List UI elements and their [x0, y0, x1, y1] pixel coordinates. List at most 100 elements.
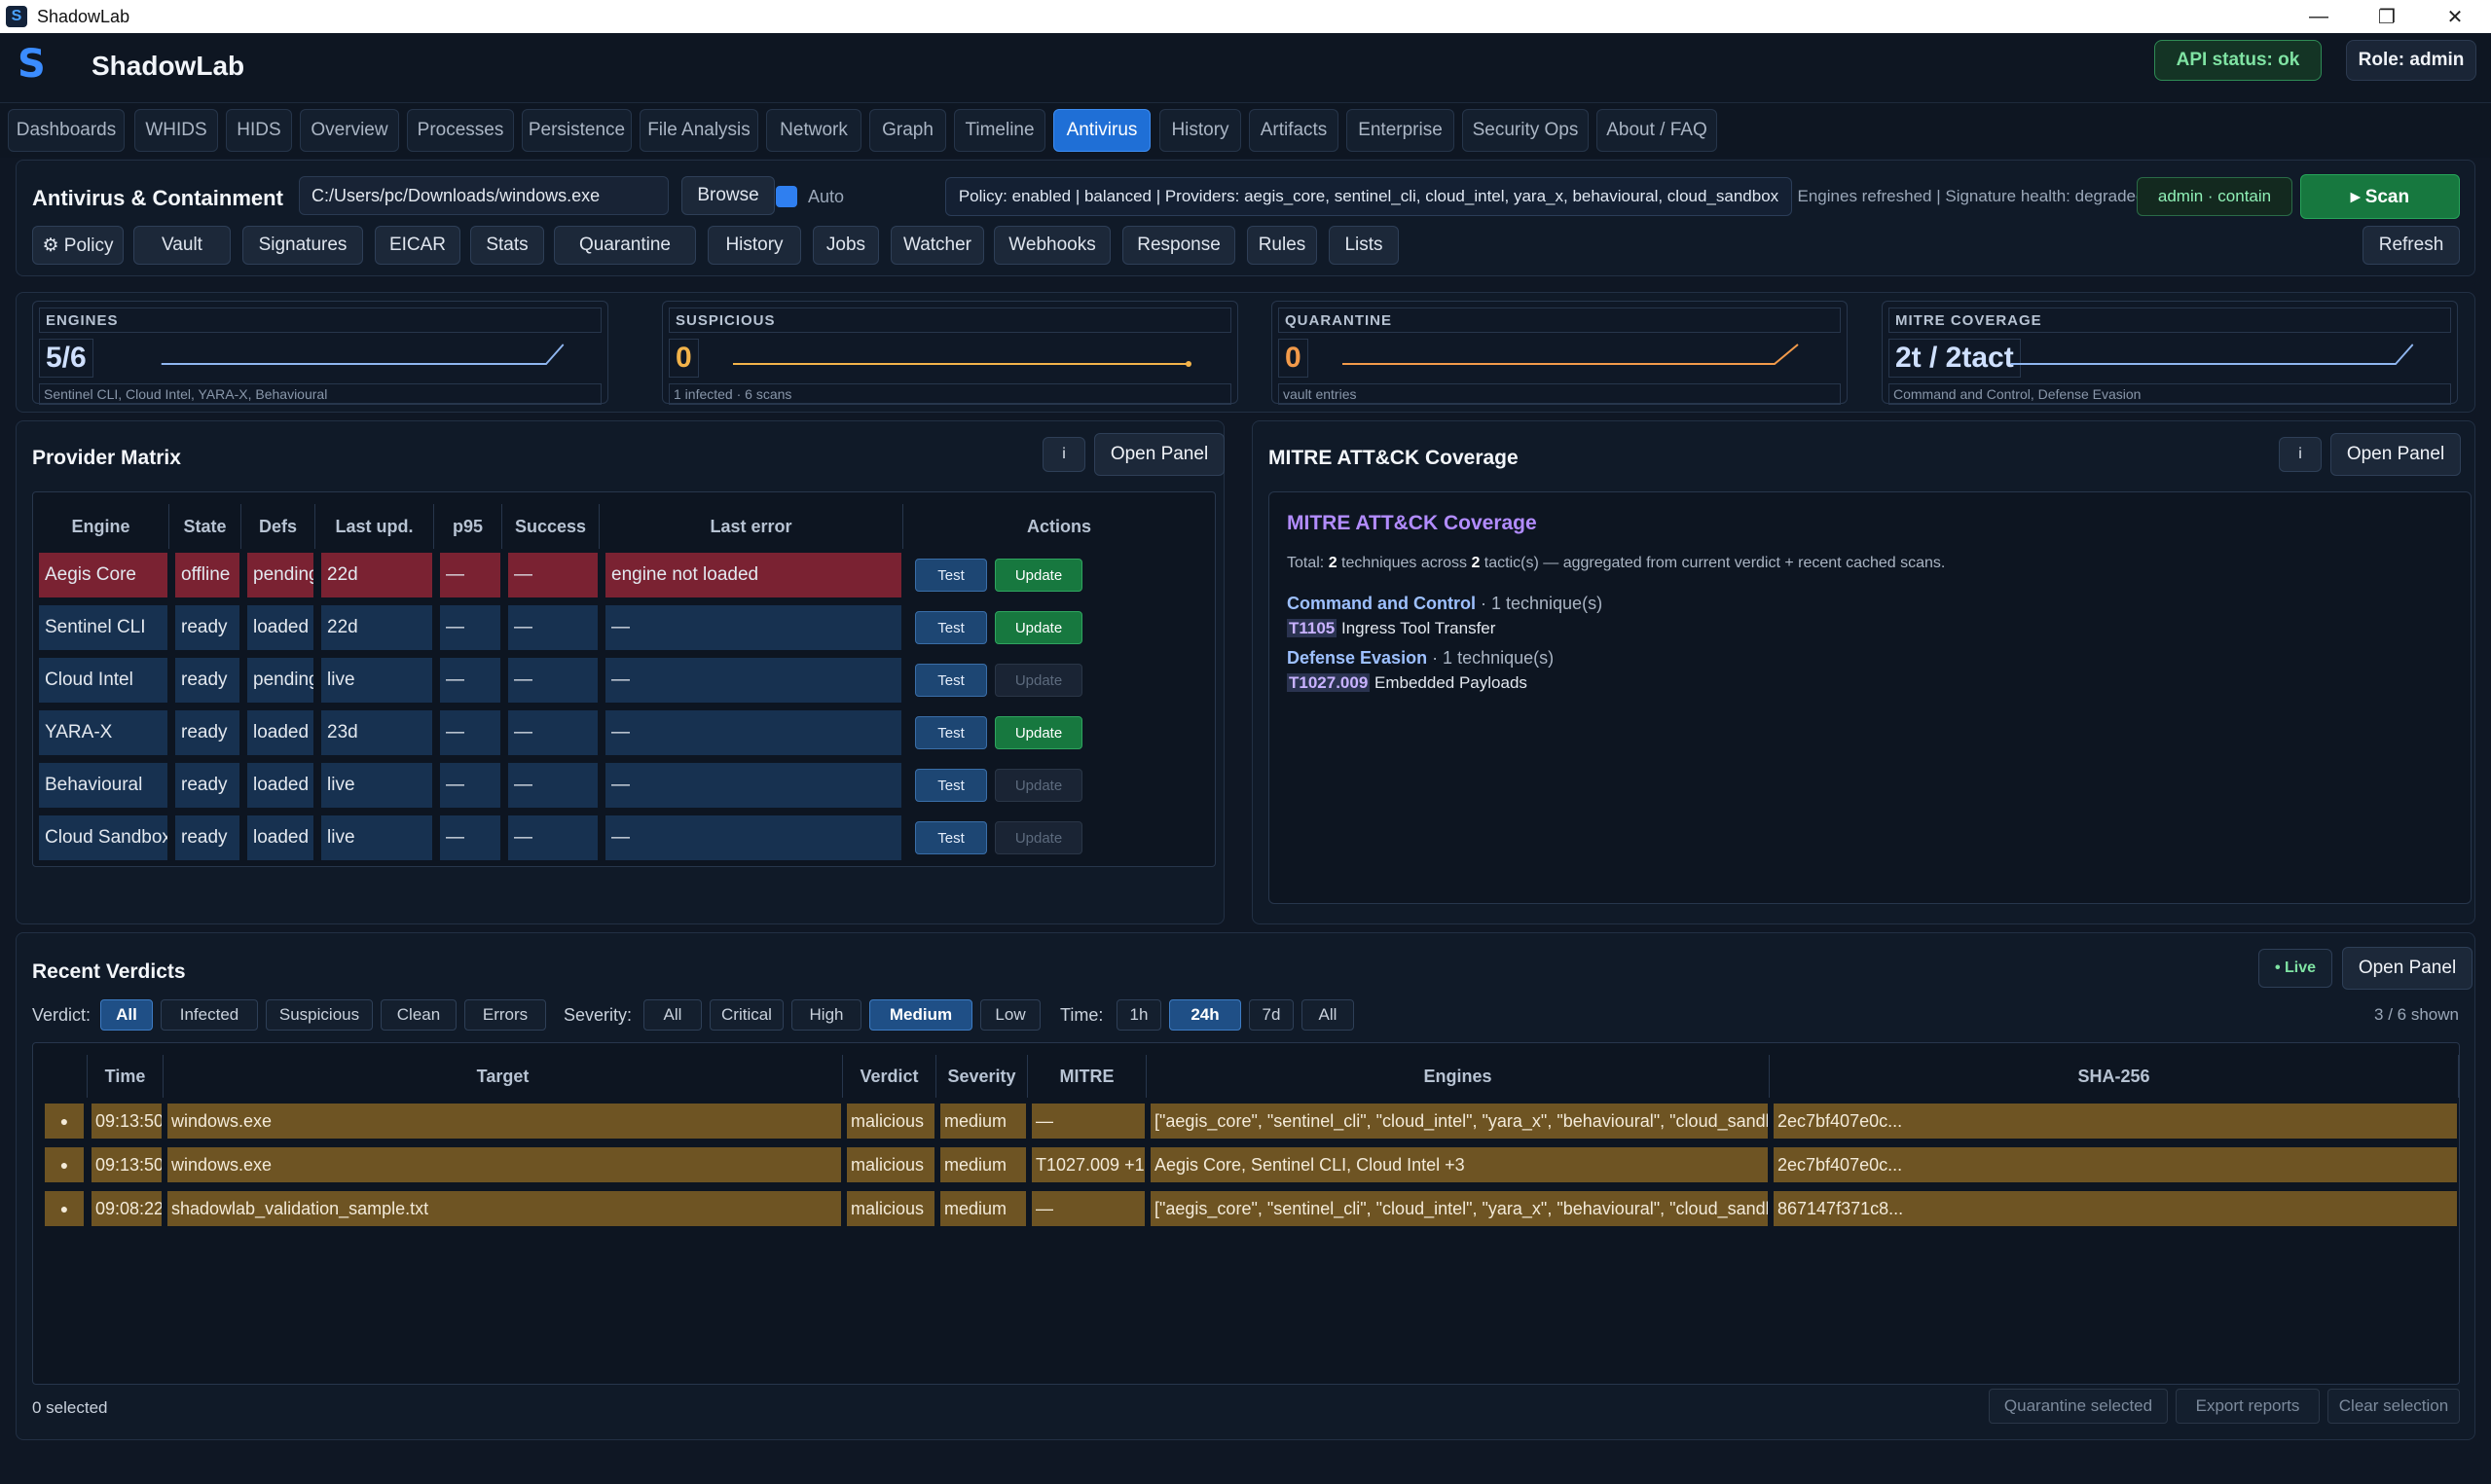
- nav-tab-antivirus[interactable]: Antivirus: [1053, 109, 1151, 152]
- provider-cell-p95: —: [440, 553, 500, 597]
- verdict-cell-target: windows.exe: [167, 1104, 841, 1139]
- nav-tab-security-ops[interactable]: Security Ops: [1462, 109, 1589, 152]
- verdict-filter-all[interactable]: All: [100, 999, 153, 1031]
- nav-tab-file-analysis[interactable]: File Analysis: [640, 109, 758, 152]
- update-engine-button[interactable]: Update: [995, 559, 1082, 592]
- nav-tab-history[interactable]: History: [1159, 109, 1241, 152]
- nav-tab-timeline[interactable]: Timeline: [954, 109, 1045, 152]
- selected-count: 0 selected: [32, 1398, 108, 1417]
- provider-info-button[interactable]: i: [1043, 437, 1085, 472]
- role-badge[interactable]: Role: admin: [2346, 40, 2476, 81]
- mitre-technique[interactable]: T1105 Ingress Tool Transfer: [1287, 619, 1495, 638]
- scan-path-input[interactable]: [299, 176, 669, 215]
- row-select-dot[interactable]: ●: [45, 1147, 84, 1182]
- quarantine-selected-button[interactable]: Quarantine selected: [1989, 1389, 2168, 1424]
- verdict-cell-verdict: malicious: [847, 1191, 934, 1226]
- nav-tab-dashboards[interactable]: Dashboards: [8, 109, 125, 152]
- auto-checkbox[interactable]: [776, 186, 797, 207]
- provider-matrix-panel: Provider Matrix i Open Panel Engine State…: [16, 420, 1225, 924]
- verdict-filter-infected[interactable]: Infected: [161, 999, 258, 1031]
- nav-tab-artifacts[interactable]: Artifacts: [1249, 109, 1338, 152]
- admin-contain-badge[interactable]: admin · contain: [2137, 177, 2292, 216]
- kpi-sparkline: [2010, 344, 2414, 365]
- kpi-subtext: vault entries: [1278, 383, 1841, 405]
- live-toggle[interactable]: • Live: [2258, 949, 2332, 988]
- nav-tab-persistence[interactable]: Persistence: [522, 109, 632, 152]
- provider-cell-error: engine not loaded: [605, 553, 901, 597]
- provider-cell-p95: —: [440, 710, 500, 755]
- minimize-icon[interactable]: —: [2286, 0, 2352, 33]
- window-title: ShadowLab: [37, 6, 130, 26]
- mitre-info-button[interactable]: i: [2279, 437, 2322, 472]
- test-engine-button[interactable]: Test: [915, 769, 987, 802]
- subtab-signatures[interactable]: Signatures: [242, 226, 363, 265]
- verdict-filter-suspicious[interactable]: Suspicious: [266, 999, 373, 1031]
- test-engine-button[interactable]: Test: [915, 559, 987, 592]
- nav-tab-whids[interactable]: WHIDS: [134, 109, 218, 152]
- update-engine-button[interactable]: Update: [995, 611, 1082, 644]
- close-icon[interactable]: ✕: [2422, 0, 2488, 33]
- severity-filter-low[interactable]: Low: [980, 999, 1041, 1031]
- verdict-filter-clean[interactable]: Clean: [381, 999, 457, 1031]
- verdict-filter-errors[interactable]: Errors: [464, 999, 546, 1031]
- mitre-open-panel-button[interactable]: Open Panel: [2330, 433, 2461, 476]
- subtab-watcher[interactable]: Watcher: [891, 226, 984, 265]
- row-select-dot[interactable]: ●: [45, 1191, 84, 1226]
- subtab-jobs[interactable]: Jobs: [813, 226, 879, 265]
- test-engine-button[interactable]: Test: [915, 716, 987, 749]
- update-engine-button[interactable]: Update: [995, 716, 1082, 749]
- kpi-subtext: 1 infected · 6 scans: [669, 383, 1231, 405]
- subtab-eicar[interactable]: EICAR: [375, 226, 460, 265]
- subtab-rules[interactable]: Rules: [1247, 226, 1317, 265]
- nav-tab-overview[interactable]: Overview: [300, 109, 399, 152]
- subtab-response[interactable]: Response: [1122, 226, 1235, 265]
- row-select-dot[interactable]: ●: [45, 1104, 84, 1139]
- refresh-button[interactable]: Refresh: [2363, 226, 2460, 265]
- time-filter-1h[interactable]: 1h: [1117, 999, 1161, 1031]
- sparkline-path: [161, 344, 565, 365]
- signature-health-status: Engines refreshed | Signature health: de…: [1797, 187, 2145, 205]
- subtab-webhooks[interactable]: Webhooks: [994, 226, 1111, 265]
- shadowlab-logo-icon: S: [18, 42, 46, 87]
- test-engine-button[interactable]: Test: [915, 611, 987, 644]
- policy-summary[interactable]: Policy: enabled | balanced | Providers: …: [945, 177, 1792, 216]
- test-engine-button[interactable]: Test: [915, 821, 987, 854]
- severity-filter-high[interactable]: High: [791, 999, 861, 1031]
- api-status-badge: API status: ok: [2154, 40, 2322, 81]
- subtab-quarantine[interactable]: Quarantine: [554, 226, 696, 265]
- subtab-stats[interactable]: Stats: [470, 226, 544, 265]
- verdict-cell-sha: 867147f371c8...: [1774, 1191, 2457, 1226]
- subtab-lists[interactable]: Lists: [1329, 226, 1399, 265]
- time-filter-24h[interactable]: 24h: [1169, 999, 1241, 1031]
- nav-tab-processes[interactable]: Processes: [407, 109, 514, 152]
- export-reports-button[interactable]: Export reports: [2176, 1389, 2320, 1424]
- verdict-cell-engines: ["aegis_core", "sentinel_cli", "cloud_in…: [1151, 1191, 1768, 1226]
- provider-cell-defs: loaded: [247, 605, 313, 650]
- nav-tab-enterprise[interactable]: Enterprise: [1346, 109, 1454, 152]
- mitre-technique[interactable]: T1027.009 Embedded Payloads: [1287, 673, 1527, 693]
- subtab-vault[interactable]: Vault: [133, 226, 231, 265]
- nav-tab-network[interactable]: Network: [766, 109, 861, 152]
- restore-icon[interactable]: ❐: [2354, 0, 2420, 33]
- test-engine-button[interactable]: Test: [915, 664, 987, 697]
- verdict-cell-verdict: malicious: [847, 1147, 934, 1182]
- clear-selection-button[interactable]: Clear selection: [2327, 1389, 2460, 1424]
- severity-filter-critical[interactable]: Critical: [710, 999, 784, 1031]
- provider-cell-defs: loaded: [247, 710, 313, 755]
- verdicts-open-panel-button[interactable]: Open Panel: [2342, 947, 2473, 990]
- time-filter-7d[interactable]: 7d: [1249, 999, 1294, 1031]
- nav-tab-about-faq[interactable]: About / FAQ: [1596, 109, 1717, 152]
- subtab-history[interactable]: History: [708, 226, 801, 265]
- time-filter-all[interactable]: All: [1301, 999, 1354, 1031]
- subtab-policy[interactable]: ⚙ Policy: [32, 226, 124, 265]
- severity-filter-all[interactable]: All: [643, 999, 702, 1031]
- provider-cell-last: live: [321, 763, 432, 808]
- browse-button[interactable]: Browse: [681, 176, 775, 215]
- provider-cell-defs: loaded: [247, 815, 313, 860]
- scan-button[interactable]: ▸ Scan: [2300, 174, 2460, 219]
- provider-open-panel-button[interactable]: Open Panel: [1094, 433, 1225, 476]
- nav-tab-hids[interactable]: HIDS: [226, 109, 292, 152]
- severity-filter-medium[interactable]: Medium: [869, 999, 972, 1031]
- nav-tab-graph[interactable]: Graph: [869, 109, 946, 152]
- kpi-label: ENGINES: [39, 308, 602, 333]
